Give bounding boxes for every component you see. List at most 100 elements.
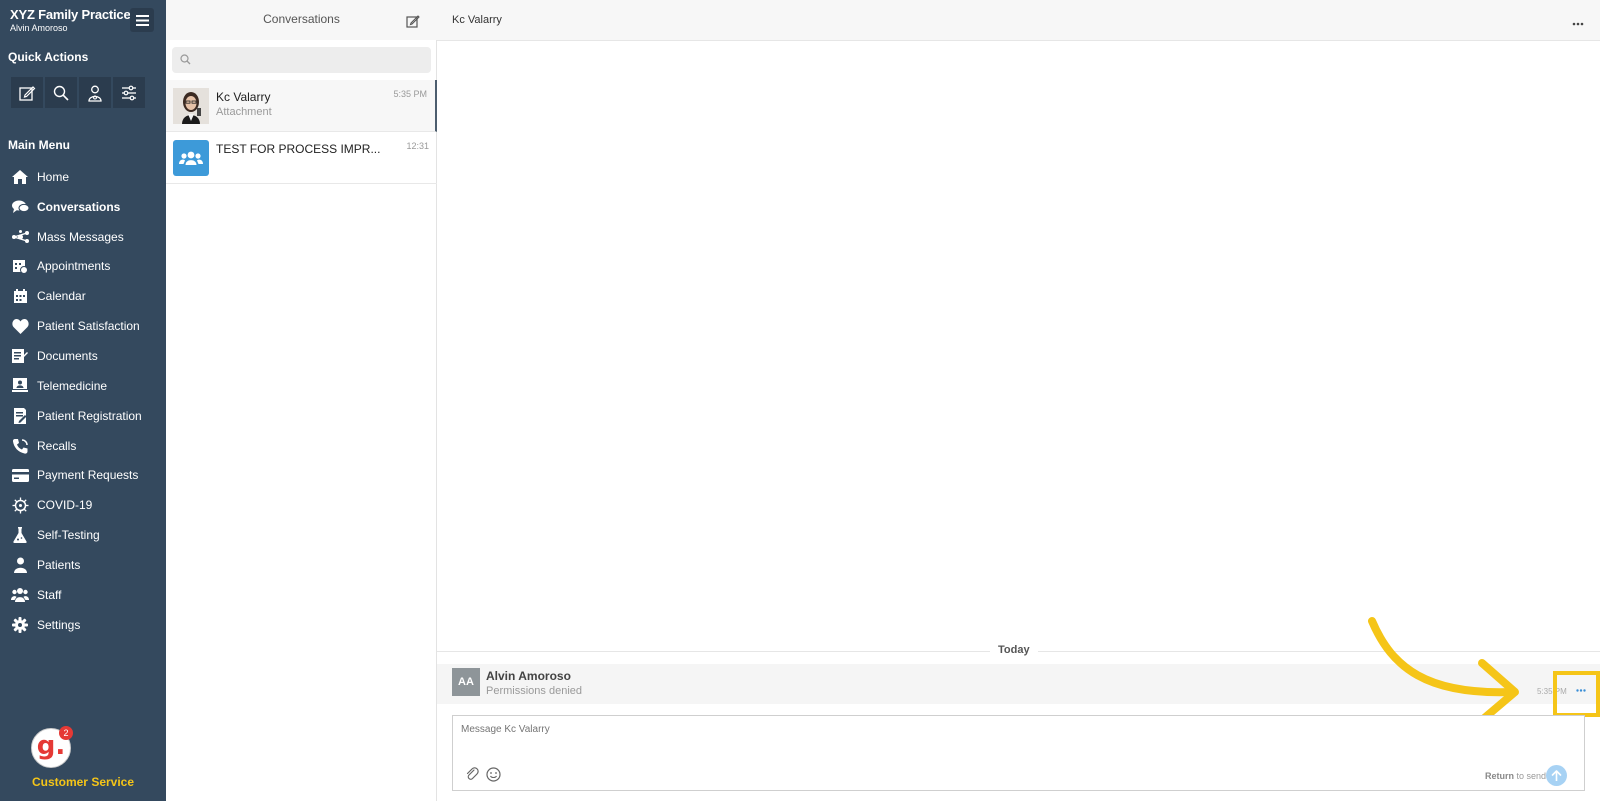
sidebar-item-telemedicine[interactable]: Telemedicine [0, 371, 166, 401]
sidebar-item-label: Documents [37, 348, 98, 363]
flask-icon [11, 526, 29, 544]
sidebar-item-conversations[interactable]: Conversations [0, 192, 166, 222]
send-hint: Return to send [1485, 771, 1546, 781]
more-horizontal-icon [1572, 22, 1584, 26]
group-avatar [173, 140, 209, 176]
conversation-item[interactable]: Kc Valarry Attachment 5:35 PM [166, 80, 437, 132]
conversation-list-panel: Conversations Kc Valarry Attachment 5:35… [166, 0, 437, 801]
chat-header: Kc Valarry [437, 0, 1600, 41]
attach-button[interactable] [465, 767, 479, 786]
compose-icon [406, 15, 420, 28]
heart-icon [11, 317, 29, 335]
conversation-name: TEST FOR PROCESS IMPR... [216, 142, 381, 156]
chat-options-button[interactable] [1572, 13, 1584, 29]
message-composer: Return to send [452, 715, 1585, 791]
sender-avatar: AA [452, 668, 480, 696]
sidebar-item-label: Recalls [37, 438, 77, 453]
sidebar-item-self-testing[interactable]: Self-Testing [0, 520, 166, 550]
conversation-list-title: Conversations [263, 12, 340, 26]
search-input[interactable] [196, 47, 424, 73]
sidebar-item-calendar[interactable]: Calendar [0, 281, 166, 311]
emoji-button[interactable] [486, 767, 501, 787]
quick-action-patient-button[interactable] [79, 77, 111, 108]
message-input[interactable] [461, 724, 1571, 754]
chat-icon [11, 198, 29, 216]
conversation-preview: Attachment [216, 106, 272, 118]
quick-action-compose-button[interactable] [11, 77, 43, 108]
search-icon [53, 85, 69, 101]
conversation-search[interactable] [172, 47, 431, 73]
main-menu-title: Main Menu [8, 138, 70, 152]
day-label: Today [990, 644, 1038, 656]
sidebar-item-label: Calendar [37, 289, 86, 304]
main-menu: Home Conversations Mass Messages Appoint… [0, 162, 166, 640]
person-icon [11, 556, 29, 574]
patient-icon [88, 85, 102, 102]
chat-panel: Kc Valarry Today AA Alvin Amoroso Permis… [437, 0, 1600, 801]
sidebar-item-label: Telemedicine [37, 378, 108, 393]
sidebar-item-label: COVID-19 [37, 498, 93, 513]
registration-icon [11, 407, 29, 425]
telemedicine-icon [11, 377, 29, 395]
notification-badge: 2 [59, 726, 73, 740]
search-icon [180, 54, 191, 65]
chat-title: Kc Valarry [452, 14, 502, 26]
practice-name: XYZ Family Practice [10, 7, 131, 22]
conversation-list-header: Conversations [166, 0, 437, 40]
sidebar-item-patient-satisfaction[interactable]: Patient Satisfaction [0, 311, 166, 341]
sidebar-item-appointments[interactable]: Appointments [0, 252, 166, 282]
send-button[interactable] [1546, 765, 1567, 786]
sidebar-item-mass-messages[interactable]: Mass Messages [0, 222, 166, 252]
sidebar-item-label: Home [37, 169, 70, 184]
smiley-icon [486, 767, 501, 782]
sidebar: XYZ Family Practice Alvin Amoroso Quick … [0, 0, 166, 801]
staff-icon [11, 586, 29, 604]
quick-action-search-button[interactable] [45, 77, 77, 108]
quick-actions-title: Quick Actions [8, 50, 89, 64]
send-hint-key: Return [1485, 771, 1514, 781]
sliders-icon [122, 85, 136, 100]
sidebar-item-label: Payment Requests [37, 468, 139, 483]
appointment-icon [11, 257, 29, 275]
callout-highlight [1553, 671, 1600, 717]
message-row: AA Alvin Amoroso Permissions denied 5:35… [437, 664, 1600, 704]
calendar-icon [11, 287, 29, 305]
sidebar-item-documents[interactable]: Documents [0, 341, 166, 371]
message-text: Permissions denied [486, 685, 582, 697]
send-hint-text: to send [1514, 771, 1547, 781]
quick-action-filters-button[interactable] [113, 77, 145, 108]
message-sender: Alvin Amoroso [486, 669, 571, 683]
arrow-up-icon [1551, 769, 1562, 781]
sidebar-item-home[interactable]: Home [0, 162, 166, 192]
sidebar-item-patients[interactable]: Patients [0, 550, 166, 580]
menu-toggle-button[interactable] [130, 8, 154, 32]
document-icon [11, 347, 29, 365]
sidebar-item-covid-19[interactable]: COVID-19 [0, 490, 166, 520]
sidebar-item-recalls[interactable]: Recalls [0, 431, 166, 461]
sidebar-item-label: Staff [37, 587, 62, 602]
conversation-name: Kc Valarry [216, 90, 271, 104]
brand: XYZ Family Practice Alvin Amoroso [10, 7, 131, 33]
virus-icon [11, 496, 29, 514]
sidebar-item-label: Appointments [37, 259, 111, 274]
current-user-name: Alvin Amoroso [10, 23, 68, 33]
sidebar-item-label: Conversations [37, 199, 121, 214]
compose-icon [19, 85, 36, 101]
new-conversation-button[interactable] [406, 14, 420, 33]
sidebar-item-label: Patient Satisfaction [37, 319, 140, 334]
quick-actions [11, 77, 145, 108]
sidebar-item-payment-requests[interactable]: Payment Requests [0, 460, 166, 490]
conversation-time: 12:31 [406, 141, 429, 151]
sidebar-item-staff[interactable]: Staff [0, 580, 166, 610]
paperclip-icon [466, 767, 479, 780]
sidebar-item-settings[interactable]: Settings [0, 610, 166, 640]
sidebar-item-patient-registration[interactable]: Patient Registration [0, 401, 166, 431]
contact-avatar [173, 88, 209, 124]
customer-service-label[interactable]: Customer Service [0, 775, 166, 789]
conversation-item[interactable]: TEST FOR PROCESS IMPR... 12:31 [166, 132, 437, 184]
credit-card-icon [11, 466, 29, 484]
gear-icon [11, 616, 29, 634]
home-icon [11, 168, 29, 186]
phone-recall-icon [11, 437, 29, 455]
sidebar-item-label: Patient Registration [37, 408, 142, 423]
